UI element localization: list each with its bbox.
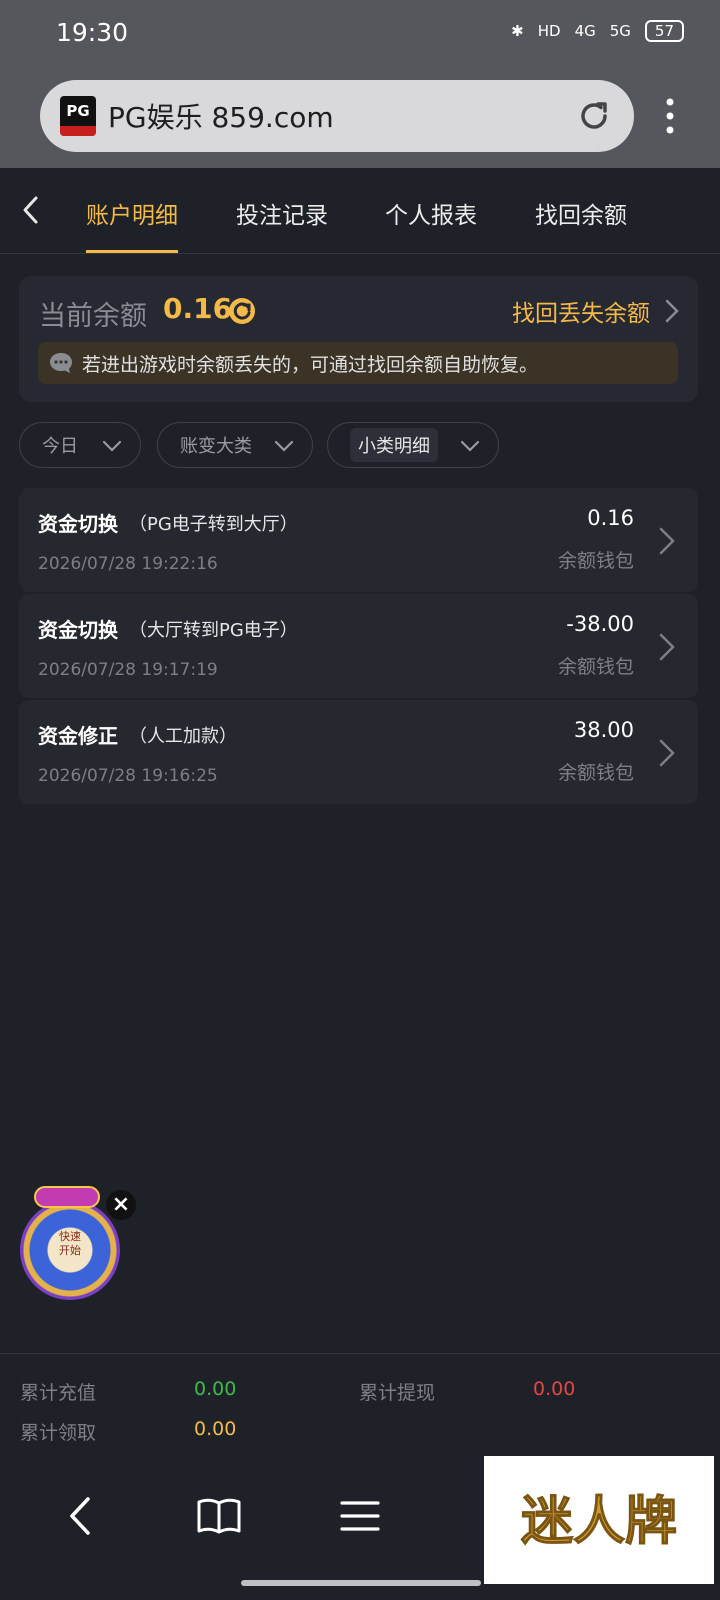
status-bar: 19:30 ✱ HD 4G 5G 57 [0, 0, 720, 66]
refresh-balance-icon[interactable] [227, 296, 257, 326]
active-tab-indicator [86, 250, 178, 253]
chevron-right-icon[interactable] [664, 298, 680, 324]
tab-bet-records[interactable]: 投注记录 [236, 196, 328, 230]
record-wallet: 余额钱包 [557, 550, 634, 572]
chevron-right-icon [659, 739, 675, 767]
site-logo: PG [60, 96, 96, 136]
hd-icon: HD [537, 22, 561, 40]
status-icons: ✱ HD 4G 5G 57 [511, 20, 684, 42]
record-wallet: 余额钱包 [557, 656, 634, 678]
record-row[interactable]: 资金切换 （PG电子转到大厅） 2026/07/28 19:22:16 0.16… [19, 488, 698, 592]
tab-recover-balance[interactable]: 找回余额 [535, 196, 627, 230]
tab-header: 账户明细 投注记录 个人报表 找回余额 [0, 168, 720, 254]
claim-total-label: 累计领取 [20, 1422, 97, 1444]
record-note: （PG电子转到大厅） [129, 514, 298, 535]
signal-4g-icon: 4G [574, 22, 596, 40]
url-text[interactable]: PG娱乐 859.com [108, 96, 334, 136]
claim-total-value: 0.00 [194, 1418, 237, 1440]
svg-text:迷人牌: 迷人牌 [521, 1492, 677, 1552]
summary-panel: 累计充值 0.00 累计提现 0.00 累计领取 0.00 [0, 1353, 720, 1463]
message-icon [50, 353, 72, 373]
chevron-right-icon [659, 633, 675, 661]
lucky-wheel-widget[interactable]: 快速 开始 × [14, 1186, 136, 1300]
record-note: （大厅转到PG电子） [129, 620, 298, 641]
notice-banner: 若进出游戏时余额丢失的，可通过找回余额自助恢复。 [38, 342, 678, 384]
chevron-down-icon [102, 440, 122, 452]
chevron-down-icon [274, 440, 294, 452]
record-time: 2026/07/28 19:22:16 [38, 554, 218, 574]
status-time: 19:30 [56, 18, 129, 47]
record-row[interactable]: 资金切换 （大厅转到PG电子） 2026/07/28 19:17:19 -38.… [19, 594, 698, 698]
wheel-center-line2: 开始 [59, 1244, 81, 1257]
menu-icon[interactable] [340, 1499, 380, 1533]
tab-personal-report[interactable]: 个人报表 [385, 196, 477, 230]
record-title: 资金修正 [38, 724, 118, 748]
recover-lost-balance-link[interactable]: 找回丢失余额 [512, 294, 650, 328]
balance-label: 当前余额 [39, 301, 147, 332]
url-bar[interactable]: PG PG娱乐 859.com [40, 80, 634, 152]
record-amount: 38.00 [573, 718, 634, 742]
filter-subcategory[interactable]: 小类明细 [327, 422, 499, 468]
record-wallet: 余额钱包 [557, 762, 634, 784]
wheel-center-line1: 快速 [59, 1230, 81, 1243]
withdraw-total-label: 累计提现 [359, 1382, 436, 1404]
record-time: 2026/07/28 19:17:19 [38, 660, 218, 680]
record-title: 资金切换 [38, 618, 118, 642]
recharge-total-value: 0.00 [194, 1378, 237, 1400]
filter-category-label: 账变大类 [180, 436, 252, 457]
nav-back-icon[interactable] [64, 1495, 96, 1537]
browser-bar: PG PG娱乐 859.com [0, 66, 720, 168]
recharge-total-label: 累计充值 [20, 1382, 97, 1404]
record-amount: 0.16 [587, 506, 634, 530]
withdraw-total-value: 0.00 [533, 1378, 576, 1400]
chevron-right-icon [659, 527, 675, 555]
watermark-graphic: 迷人牌 [520, 1491, 677, 1552]
back-icon[interactable] [18, 194, 44, 226]
bluetooth-icon: ✱ [511, 22, 524, 40]
filter-category[interactable]: 账变大类 [157, 422, 313, 468]
record-title: 资金切换 [38, 512, 118, 536]
wheel-badge [34, 1186, 100, 1208]
close-icon[interactable]: × [106, 1190, 136, 1220]
signal-5g-icon: 5G [609, 22, 631, 40]
record-row[interactable]: 资金修正 （人工加款） 2026/07/28 19:16:25 38.00 余额… [19, 700, 698, 804]
more-menu-icon[interactable] [660, 96, 680, 136]
tab-account-details[interactable]: 账户明细 [86, 196, 178, 230]
wheel-center-label: 快速 开始 [52, 1230, 88, 1258]
notice-text: 若进出游戏时余额丢失的，可通过找回余额自助恢复。 [82, 353, 539, 376]
balance-card: 当前余额 0.16 找回丢失余额 若进出游戏时余额丢失的，可通过找回余额自助恢复… [19, 276, 698, 402]
reload-icon[interactable] [576, 98, 612, 134]
record-amount: -38.00 [566, 612, 634, 636]
balance-value: 0.16 [163, 292, 233, 325]
record-note: （人工加款） [129, 726, 237, 747]
filter-date-label: 今日 [42, 436, 78, 457]
filter-subcategory-label: 小类明细 [350, 428, 438, 462]
battery-icon: 57 [644, 20, 684, 42]
chevron-down-icon [460, 440, 480, 452]
home-indicator[interactable] [241, 1580, 481, 1586]
record-time: 2026/07/28 19:16:25 [38, 766, 218, 786]
filter-date[interactable]: 今日 [19, 422, 141, 468]
watermark-logo: 迷人牌 [484, 1456, 714, 1584]
bookmarks-icon[interactable] [196, 1497, 242, 1535]
